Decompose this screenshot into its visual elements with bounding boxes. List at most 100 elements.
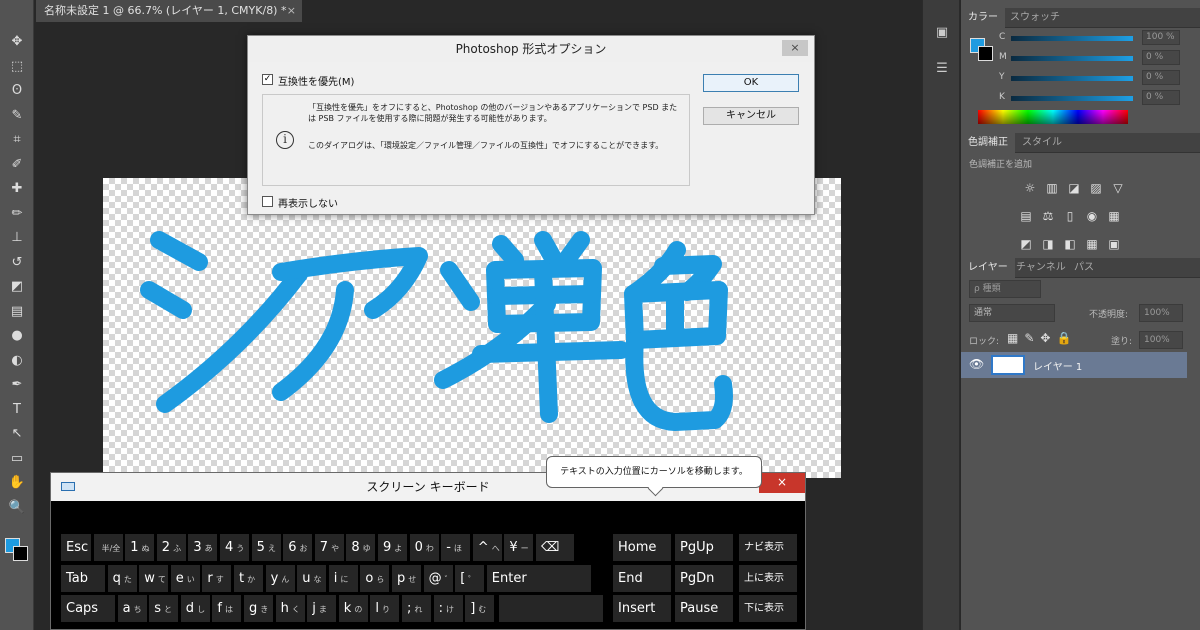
blur-tool-icon[interactable]: ●	[7, 326, 27, 346]
color-spectrum[interactable]	[978, 110, 1128, 124]
key-row3-2[interactable]: sと	[149, 595, 179, 622]
key-row2-4[interactable]: rす	[202, 565, 232, 592]
document-canvas[interactable]	[103, 178, 841, 478]
path-select-tool-icon[interactable]: ↖	[7, 424, 27, 444]
gradient-tool-icon[interactable]: ▤	[7, 302, 27, 322]
document-tab[interactable]: 名称未設定 1 @ 66.7% (レイヤー 1, CMYK/8) * ×	[36, 0, 302, 22]
key-row1-3[interactable]: 2ふ	[156, 534, 186, 561]
nav-key-8[interactable]: 下に表示	[739, 595, 797, 622]
key-row3-10[interactable]: ; れ	[402, 595, 431, 622]
key-row2-13[interactable]: Enter	[486, 565, 591, 592]
maximize-compat-checkbox[interactable]: ✓	[262, 74, 273, 85]
key-row3-12[interactable]: ] む	[465, 595, 495, 622]
nav-key-7[interactable]: Pause	[675, 595, 733, 622]
key-row2-12[interactable]: [゜	[455, 565, 485, 592]
adjustment-icon[interactable]: ▤	[1019, 209, 1033, 223]
layer-name[interactable]: レイヤー 1	[1033, 358, 1082, 373]
key-row1-1[interactable]: 半/全	[93, 534, 123, 561]
eraser-tool-icon[interactable]: ◩	[7, 277, 27, 297]
adjustment-icon[interactable]: ▨	[1089, 181, 1103, 195]
move-tool-icon[interactable]: ✥	[7, 32, 27, 52]
key-row1-12[interactable]: -ほ	[441, 534, 471, 561]
key-row1-10[interactable]: 9よ	[378, 534, 407, 561]
healing-tool-icon[interactable]: ✚	[7, 179, 27, 199]
tab-styles[interactable]: スタイル	[1015, 133, 1069, 153]
adjustment-icon[interactable]: ◨	[1041, 237, 1055, 251]
tab-paths[interactable]: パス	[1067, 258, 1101, 278]
key-row2-11[interactable]: @ ゛	[423, 565, 453, 592]
key-row2-1[interactable]: qた	[107, 565, 137, 592]
key-row1-4[interactable]: 3あ	[188, 534, 218, 561]
key-row3-11[interactable]: :け	[433, 595, 463, 622]
background-color-swatch[interactable]	[13, 546, 28, 561]
color-slider-c[interactable]: C 100 %	[999, 30, 1180, 46]
adjustment-icon[interactable]: ◧	[1063, 237, 1077, 251]
key-row1-0[interactable]: Esc	[61, 534, 91, 561]
color-slider-y[interactable]: Y 0 %	[999, 70, 1180, 86]
pen-tool-icon[interactable]: ✒	[7, 375, 27, 395]
nav-key-3[interactable]: End	[613, 565, 671, 592]
key-row2-0[interactable]: Tab	[61, 565, 105, 592]
brush-tool-icon[interactable]: ✏	[7, 204, 27, 224]
key-row1-15[interactable]: ⌫	[536, 534, 574, 561]
slider-value[interactable]: 0 %	[1142, 50, 1180, 65]
key-row3-4[interactable]: fは	[212, 595, 242, 622]
key-row3-1[interactable]: aち	[117, 595, 147, 622]
crop-tool-icon[interactable]: ⌗	[7, 130, 27, 150]
key-row2-3[interactable]: eい	[170, 565, 200, 592]
tab-channels[interactable]: チャンネル	[1009, 258, 1073, 278]
key-row1-11[interactable]: 0わ	[409, 534, 439, 561]
key-row2-8[interactable]: iに	[328, 565, 358, 592]
key-row2-10[interactable]: pせ	[392, 565, 421, 592]
key-row1-2[interactable]: 1ぬ	[125, 534, 155, 561]
adjustment-icon[interactable]: ▯	[1063, 209, 1077, 223]
lasso-tool-icon[interactable]: ʘ	[7, 81, 27, 101]
key-row2-9[interactable]: oら	[360, 565, 390, 592]
tab-swatches[interactable]: スウォッチ	[1003, 8, 1067, 28]
nav-key-4[interactable]: PgDn	[675, 565, 733, 592]
blend-mode-select[interactable]: 通常	[969, 304, 1055, 322]
close-icon[interactable]: ×	[287, 0, 296, 22]
nav-key-6[interactable]: Insert	[613, 595, 671, 622]
key-row3-9[interactable]: lり	[370, 595, 400, 622]
key-row1-7[interactable]: 6お	[283, 534, 313, 561]
slider-track[interactable]	[1011, 76, 1133, 81]
tab-adjustments[interactable]: 色調補正	[961, 133, 1015, 153]
nav-key-0[interactable]: Home	[613, 534, 671, 561]
color-slider-k[interactable]: K 0 %	[999, 90, 1180, 106]
history-brush-tool-icon[interactable]: ↺	[7, 253, 27, 273]
color-bg-swatch[interactable]	[978, 46, 993, 61]
ok-button[interactable]: OK	[703, 74, 799, 92]
type-tool-icon[interactable]: T	[7, 400, 27, 420]
hand-tool-icon[interactable]: ✋	[7, 473, 27, 493]
quick-select-tool-icon[interactable]: ✎	[7, 106, 27, 126]
key-row2-7[interactable]: uな	[297, 565, 327, 592]
dodge-tool-icon[interactable]: ◐	[7, 351, 27, 371]
key-row1-6[interactable]: 5え	[251, 534, 281, 561]
adjustment-icon[interactable]: ◪	[1067, 181, 1081, 195]
adjustment-icon[interactable]: ▦	[1085, 237, 1099, 251]
slider-track[interactable]	[1011, 96, 1133, 101]
key-row3-0[interactable]: Caps	[61, 595, 115, 622]
enter-key-lower[interactable]	[499, 595, 603, 622]
visibility-eye-icon[interactable]: 👁	[969, 357, 984, 371]
adjustment-icon[interactable]: ⚖	[1041, 209, 1055, 223]
tab-color[interactable]: カラー	[961, 8, 1005, 28]
dialog-close-button[interactable]: ×	[782, 40, 808, 56]
maximize-compat-label[interactable]: 互換性を優先(M)	[278, 73, 354, 88]
marquee-tool-icon[interactable]: ⬚	[7, 57, 27, 77]
adjustment-icon[interactable]: ▥	[1045, 181, 1059, 195]
adjustment-icon[interactable]: ▣	[1107, 237, 1121, 251]
dont-show-checkbox[interactable]	[262, 196, 273, 207]
key-row3-7[interactable]: jま	[307, 595, 337, 622]
cancel-button[interactable]: キャンセル	[703, 107, 799, 125]
nav-key-2[interactable]: ナビ表示	[739, 534, 797, 561]
keyboard-close-button[interactable]: ×	[759, 473, 805, 493]
layer-row[interactable]: 👁 レイヤー 1	[961, 352, 1187, 378]
color-slider-m[interactable]: M 0 %	[999, 50, 1180, 66]
tab-layers[interactable]: レイヤー	[961, 258, 1015, 278]
stamp-tool-icon[interactable]: ⊥	[7, 228, 27, 248]
history-icon[interactable]: ▣	[931, 22, 953, 44]
adjustment-icon[interactable]: ◩	[1019, 237, 1033, 251]
key-row1-8[interactable]: 7や	[314, 534, 344, 561]
